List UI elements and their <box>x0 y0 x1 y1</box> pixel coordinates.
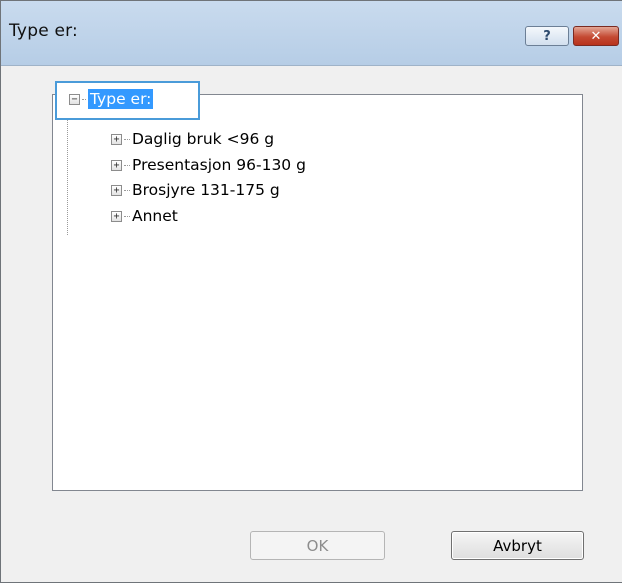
tree-connector <box>124 138 130 140</box>
tree-item-annet[interactable]: + Annet <box>111 204 178 228</box>
collapse-icon[interactable]: − <box>69 93 80 105</box>
expand-icon[interactable]: + <box>111 210 122 222</box>
close-button[interactable]: ✕ <box>573 26 619 46</box>
tree-item-label: Presentasjon 96-130 g <box>132 156 306 174</box>
tree-item-brosjyre[interactable]: + Brosjyre 131-175 g <box>111 178 280 202</box>
window-title: Type er: <box>9 21 78 41</box>
expand-icon[interactable]: + <box>111 133 122 145</box>
tree-connector <box>124 189 130 191</box>
tree-item-label: Brosjyre 131-175 g <box>132 181 280 199</box>
title-bar[interactable]: Type er: ? ✕ <box>1 1 622 66</box>
tree-item-presentasjon[interactable]: + Presentasjon 96-130 g <box>111 153 306 177</box>
help-button[interactable]: ? <box>525 26 569 46</box>
tree-root-item[interactable]: − Type er: <box>69 87 154 111</box>
ok-button[interactable]: OK <box>250 531 385 560</box>
cancel-button[interactable]: Avbryt <box>451 531 584 560</box>
close-icon: ✕ <box>590 28 602 44</box>
tree-connector <box>124 215 130 217</box>
tree-connector-line <box>67 108 68 235</box>
tree-connector <box>82 98 86 100</box>
expand-icon[interactable]: + <box>111 159 122 171</box>
tree-item-label: Daglig bruk <96 g <box>132 130 275 148</box>
help-icon: ? <box>543 28 551 44</box>
tree-item-daglig-bruk[interactable]: + Daglig bruk <96 g <box>111 127 274 151</box>
expand-icon[interactable]: + <box>111 184 122 196</box>
dialog-window: Type er: ? ✕ + Daglig bruk <96 g + Prese… <box>0 0 622 583</box>
tree-root-label: Type er: <box>88 89 154 109</box>
tree-connector <box>124 164 130 166</box>
tree-item-label: Annet <box>132 207 178 225</box>
